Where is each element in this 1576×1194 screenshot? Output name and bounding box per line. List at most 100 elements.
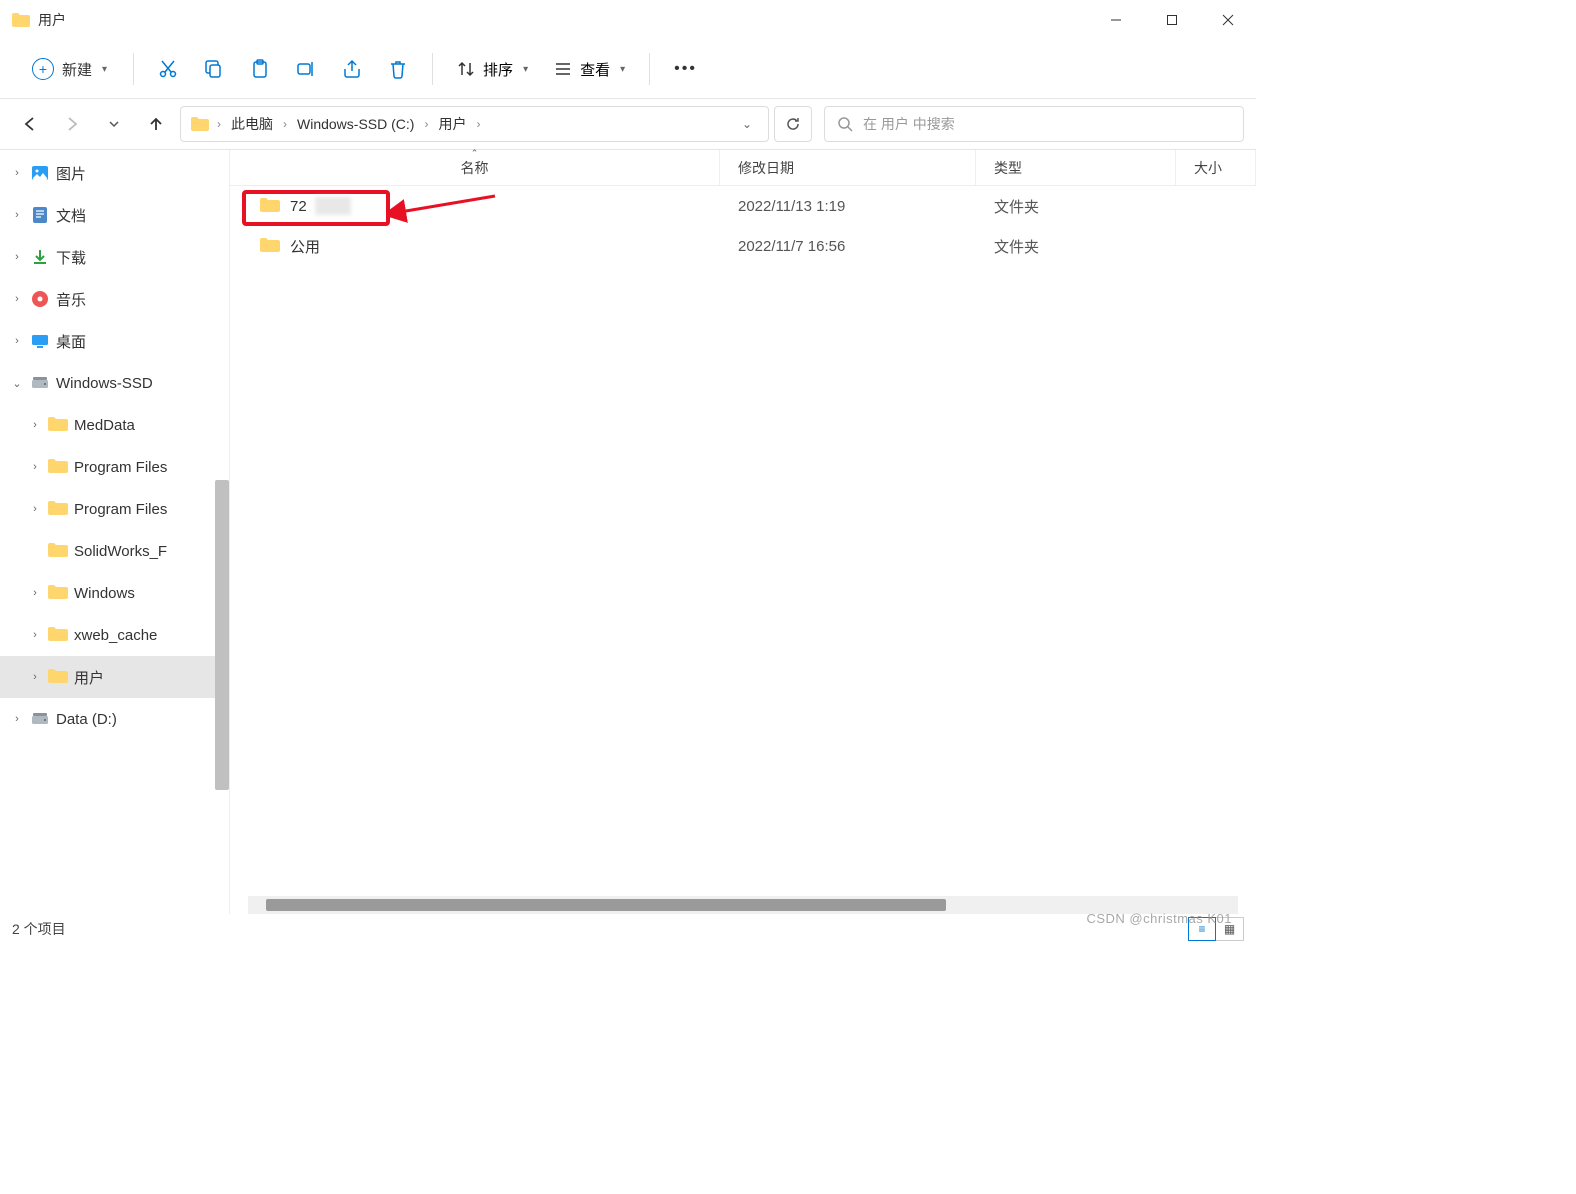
view-icon xyxy=(554,60,572,78)
tree-item--[interactable]: ›用户 xyxy=(0,656,229,698)
titlebar: 用户 xyxy=(0,0,1256,40)
file-date: 2022/11/7 16:56 xyxy=(720,238,976,255)
new-label: 新建 xyxy=(62,59,92,80)
copy-button[interactable] xyxy=(194,51,234,87)
tree-item-meddata[interactable]: ›MedData xyxy=(0,404,229,446)
status-bar: 2 个项目 ≡ ▦ xyxy=(0,914,1256,944)
search-box[interactable] xyxy=(824,106,1244,142)
file-row[interactable]: 72 2022/11/13 1:19文件夹 xyxy=(230,186,1256,226)
cut-button[interactable] xyxy=(148,51,188,87)
chevron-icon: › xyxy=(10,713,24,725)
tree-label: 桌面 xyxy=(56,331,86,352)
plus-icon: + xyxy=(32,58,54,80)
view-button[interactable]: 查看 ▾ xyxy=(544,53,635,86)
column-date[interactable]: 修改日期 xyxy=(720,150,976,185)
tree-label: SolidWorks_F xyxy=(74,543,167,560)
column-name[interactable]: ⌃ 名称 xyxy=(230,150,720,185)
tree-label: Program Files xyxy=(74,459,167,476)
file-list: ⌃ 名称 修改日期 类型 大小 722022/11/13 1:19文件夹公用20… xyxy=(230,150,1256,914)
tree-item-xweb-cache[interactable]: ›xweb_cache xyxy=(0,614,229,656)
chevron-icon: › xyxy=(10,251,24,263)
tree-item--[interactable]: ›音乐 xyxy=(0,278,229,320)
rename-button[interactable] xyxy=(286,51,326,87)
tree-item-program-files[interactable]: › Program Files xyxy=(0,446,229,488)
file-name: 公用 xyxy=(290,236,320,257)
breadcrumb-item[interactable]: Windows-SSD (C:) xyxy=(291,112,420,136)
tree-item--[interactable]: ›下载 xyxy=(0,236,229,278)
folder-icon xyxy=(191,117,209,131)
sort-arrow-icon: ⌃ xyxy=(471,148,479,159)
back-button[interactable] xyxy=(12,106,48,142)
tree-item-solidworks-f[interactable]: SolidWorks_F xyxy=(0,530,229,572)
search-input[interactable] xyxy=(863,116,1231,132)
up-button[interactable] xyxy=(138,106,174,142)
refresh-button[interactable] xyxy=(774,106,812,142)
downloads-icon xyxy=(30,247,50,267)
file-date: 2022/11/13 1:19 xyxy=(720,198,976,215)
file-name: 72 xyxy=(290,198,307,215)
more-button[interactable]: ••• xyxy=(664,52,707,86)
chevron-icon: › xyxy=(28,503,42,515)
paste-button[interactable] xyxy=(240,51,280,87)
maximize-button[interactable] xyxy=(1144,0,1200,40)
tree-item--[interactable]: › 图片 xyxy=(0,152,229,194)
tree-label: Windows-SSD xyxy=(56,375,153,392)
chevron-down-icon: ▾ xyxy=(620,64,625,75)
tree-label: 文档 xyxy=(56,205,86,226)
folder-icon xyxy=(48,415,68,435)
address-dropdown[interactable]: ⌄ xyxy=(732,113,762,135)
address-bar[interactable]: › 此电脑 › Windows-SSD (C:) › 用户 › ⌄ xyxy=(180,106,769,142)
delete-button[interactable] xyxy=(378,51,418,87)
drive-icon xyxy=(30,373,50,393)
breadcrumb-separator: › xyxy=(422,117,430,131)
close-button[interactable] xyxy=(1200,0,1256,40)
scrollbar[interactable] xyxy=(215,480,229,790)
tree-label: Data (D:) xyxy=(56,711,117,728)
chevron-icon: › xyxy=(28,419,42,431)
breadcrumb-separator: › xyxy=(281,117,289,131)
folder-icon xyxy=(48,667,68,687)
tree-item--[interactable]: › 文档 xyxy=(0,194,229,236)
sidebar: ›图片›文档›下载›音乐›桌面⌄Windows-SSD›MedData›Prog… xyxy=(0,150,230,914)
share-button[interactable] xyxy=(332,51,372,87)
recent-button[interactable] xyxy=(96,106,132,142)
sort-button[interactable]: 排序 ▾ xyxy=(447,53,538,86)
column-headers: ⌃ 名称 修改日期 类型 大小 xyxy=(230,150,1256,186)
sort-label: 排序 xyxy=(483,59,513,80)
folder-icon xyxy=(48,541,68,561)
tree-item-windows-ssd[interactable]: ⌄Windows-SSD xyxy=(0,362,229,404)
empty-space xyxy=(230,266,1256,896)
tree-item--[interactable]: ›桌面 xyxy=(0,320,229,362)
tree-item-program-files[interactable]: ›Program Files xyxy=(0,488,229,530)
column-type[interactable]: 类型 xyxy=(976,150,1176,185)
folder-icon xyxy=(48,457,68,477)
folder-icon xyxy=(260,198,280,214)
pictures-icon xyxy=(30,163,50,183)
tree-label: 图片 xyxy=(56,163,86,184)
chevron-down-icon: ▾ xyxy=(523,64,528,75)
sort-icon xyxy=(457,60,475,78)
tree-item-data-d-[interactable]: › Data (D:) xyxy=(0,698,229,740)
scrollbar-thumb[interactable] xyxy=(266,899,946,911)
chevron-icon: › xyxy=(10,209,24,221)
folder-icon xyxy=(48,499,68,519)
new-button[interactable]: + 新建 ▾ xyxy=(20,52,119,86)
breadcrumb-item[interactable]: 用户 xyxy=(432,110,472,138)
file-type: 文件夹 xyxy=(976,236,1176,257)
window-title: 用户 xyxy=(38,10,1088,30)
minimize-button[interactable] xyxy=(1088,0,1144,40)
chevron-icon: › xyxy=(28,461,42,473)
separator xyxy=(133,53,134,85)
forward-button[interactable] xyxy=(54,106,90,142)
chevron-icon: › xyxy=(10,167,24,179)
tree-item-windows[interactable]: ›Windows xyxy=(0,572,229,614)
column-size[interactable]: 大小 xyxy=(1176,150,1256,185)
file-type: 文件夹 xyxy=(976,196,1176,217)
breadcrumb-item[interactable]: 此电脑 xyxy=(225,110,279,138)
content: ›图片›文档›下载›音乐›桌面⌄Windows-SSD›MedData›Prog… xyxy=(0,150,1256,914)
desktop-icon xyxy=(30,331,50,351)
window-controls xyxy=(1088,0,1256,40)
file-row[interactable]: 公用 2022/11/7 16:56文件夹 xyxy=(230,226,1256,266)
chevron-down-icon: ▾ xyxy=(102,64,107,75)
watermark: CSDN @christmas K01 xyxy=(1086,911,1232,926)
